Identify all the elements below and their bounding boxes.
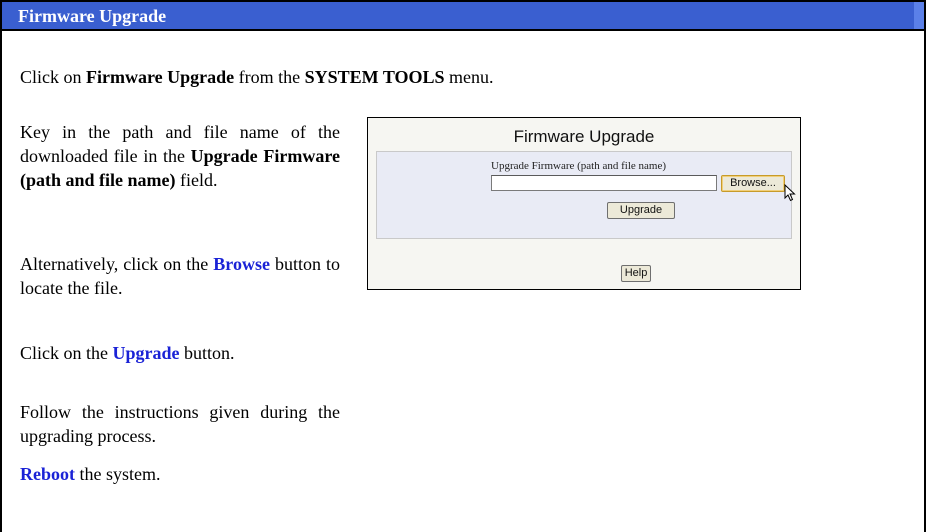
intro-part: from the — [234, 67, 305, 87]
firmware-upgrade-screenshot: Firmware Upgrade Upgrade Firmware (path … — [367, 117, 801, 290]
intro-part: menu. — [444, 67, 494, 87]
section-title: Firmware Upgrade — [18, 6, 167, 26]
step-text: button. — [179, 343, 235, 363]
step-text: Follow the instructions given during the… — [20, 402, 340, 446]
panel-title: Firmware Upgrade — [513, 127, 655, 146]
upgrade-reference: Upgrade — [112, 343, 180, 363]
mouse-pointer-icon — [784, 184, 796, 202]
menu-item-name: Firmware Upgrade — [86, 67, 235, 87]
step-upgrade: Click on the Upgrade button. — [20, 341, 340, 365]
step-follow: Follow the instructions given during the… — [20, 400, 340, 448]
step-browse: Alternatively, click on the Browse butto… — [20, 252, 340, 300]
step-text: Click on the — [20, 343, 113, 363]
intro-part: Click on — [20, 67, 86, 87]
firmware-path-input[interactable] — [491, 175, 717, 191]
section-header: Firmware Upgrade — [2, 2, 924, 31]
step-text: the system. — [75, 464, 161, 484]
menu-name: SYSTEM TOOLS — [304, 67, 445, 87]
reboot-reference: Reboot — [20, 464, 75, 484]
help-button[interactable]: Help — [621, 265, 651, 282]
header-accent — [914, 2, 924, 29]
step-key-path: Key in the path and file name of the dow… — [20, 120, 340, 192]
intro-text: Click on Firmware Upgrade from the SYSTE… — [20, 65, 494, 89]
step-text: field. — [175, 170, 218, 190]
browse-button[interactable]: Browse... — [721, 175, 785, 192]
upgrade-form: Upgrade Firmware (path and file name) Br… — [376, 151, 796, 239]
upgrade-button[interactable]: Upgrade — [607, 202, 675, 219]
step-reboot: Reboot the system. — [20, 462, 340, 486]
step-text: Alternatively, click on the — [20, 254, 214, 274]
upgrade-field-label: Upgrade Firmware (path and file name) — [491, 160, 667, 172]
document-frame: Firmware Upgrade Click on Firmware Upgra… — [0, 0, 926, 532]
browse-reference: Browse — [213, 254, 270, 274]
